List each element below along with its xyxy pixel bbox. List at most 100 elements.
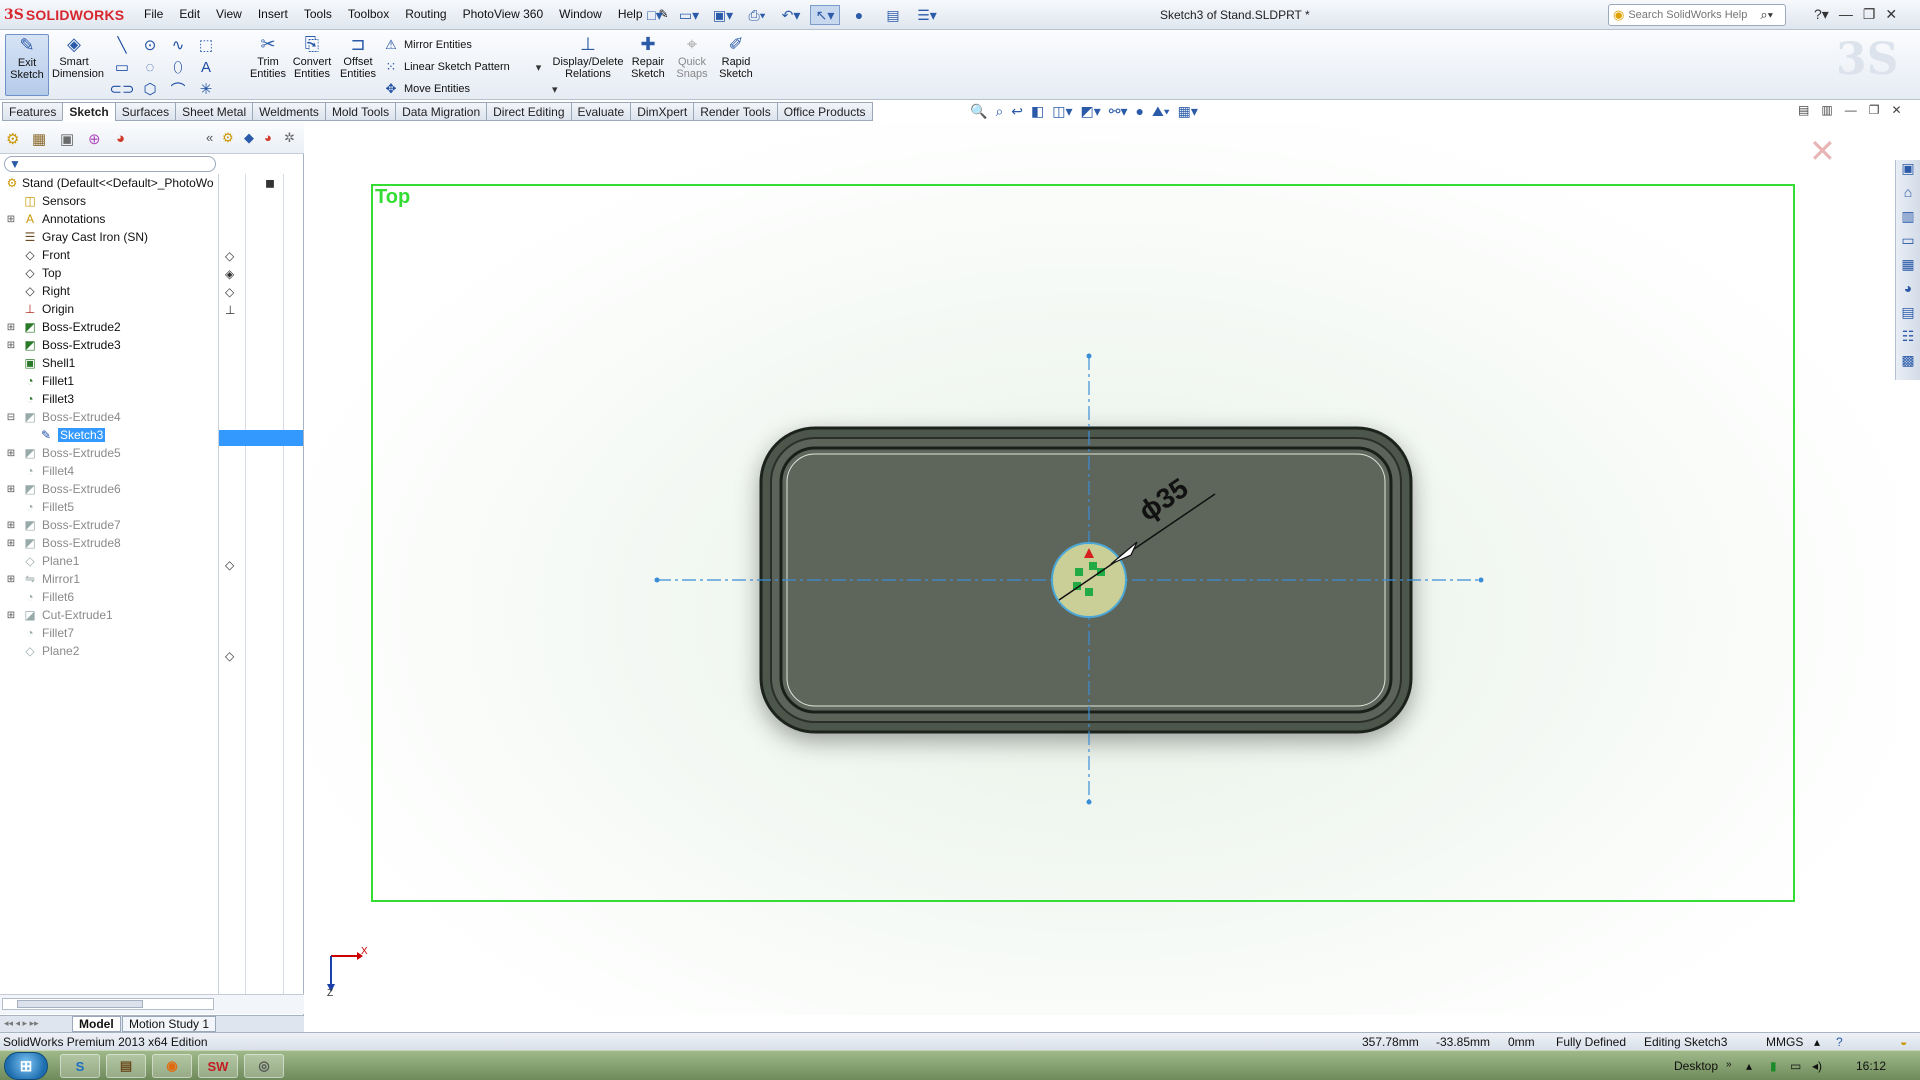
solidworks-resources-icon[interactable]: ▣ bbox=[1896, 160, 1920, 184]
tree-item[interactable]: ◫ Sensors bbox=[0, 192, 218, 210]
menu-view[interactable]: View bbox=[208, 7, 250, 21]
doc-minimize-icon[interactable]: — bbox=[1845, 103, 1857, 117]
menu-routing[interactable]: Routing bbox=[397, 7, 454, 21]
tab-evaluate[interactable]: Evaluate bbox=[570, 102, 631, 121]
expand-icon[interactable]: ⊞ bbox=[6, 340, 16, 351]
tree-display-icon[interactable]: ⚙ bbox=[222, 130, 234, 146]
clock[interactable]: 16:12 bbox=[1856, 1059, 1886, 1073]
zoom-to-area-icon[interactable]: ⌕ bbox=[995, 103, 1003, 120]
fillet-sketch-icon[interactable]: ⌒ bbox=[164, 78, 192, 100]
tab-features[interactable]: Features bbox=[2, 102, 63, 121]
expand-icon[interactable]: ⊞ bbox=[6, 214, 16, 225]
appearances-icon[interactable]: ◕ bbox=[1896, 280, 1920, 304]
open-icon[interactable]: ▭▾ bbox=[674, 5, 704, 25]
section-view-icon[interactable]: ◧ bbox=[1031, 103, 1044, 120]
tree-item[interactable]: ⊞ ◩ Boss-Extrude6 bbox=[0, 480, 218, 498]
folder-icon[interactable]: ▭ bbox=[1896, 232, 1920, 256]
plane-visibility-icon[interactable]: ◇ bbox=[225, 249, 234, 263]
centerline-endpoint[interactable] bbox=[654, 577, 660, 583]
tab-weldments[interactable]: Weldments bbox=[252, 102, 325, 121]
plane-visibility-icon[interactable]: ⊥ bbox=[225, 303, 235, 317]
tree-item[interactable]: ⊞ ◩ Boss-Extrude3 bbox=[0, 336, 218, 354]
exit-sketch-button[interactable]: ✎ Exit Sketch bbox=[5, 34, 49, 96]
tree-item[interactable]: ◇ Plane2 bbox=[0, 642, 218, 660]
centerline-endpoint[interactable] bbox=[1478, 577, 1484, 583]
scene-icon[interactable]: ✲ bbox=[284, 130, 295, 146]
display-state-icon[interactable]: ◼ bbox=[265, 176, 275, 190]
slot-icon[interactable]: ⊂⊃ bbox=[108, 78, 136, 100]
rebuild-icon[interactable]: ● bbox=[844, 5, 874, 25]
search-input[interactable] bbox=[1628, 9, 1759, 21]
tab-sheet-metal[interactable]: Sheet Metal bbox=[175, 102, 253, 121]
tab-surfaces[interactable]: Surfaces bbox=[114, 102, 176, 121]
menu-file[interactable]: File bbox=[136, 7, 171, 21]
tile-horizontal-icon[interactable]: ▤ bbox=[1798, 103, 1809, 117]
tray-expand-icon[interactable]: ▴ bbox=[1746, 1059, 1752, 1073]
horizontal-scrollbar[interactable] bbox=[2, 998, 214, 1010]
doc-close-icon[interactable]: ✕ bbox=[1891, 103, 1901, 117]
smart-dimension-button[interactable]: ◈ Smart Dimension bbox=[52, 34, 104, 96]
menu-edit[interactable]: Edit bbox=[171, 7, 208, 21]
tab-mold-tools[interactable]: Mold Tools bbox=[324, 102, 396, 121]
expand-icon[interactable]: ⊞ bbox=[6, 538, 16, 549]
custom-properties-icon[interactable]: ▤ bbox=[1896, 304, 1920, 328]
spline-icon[interactable]: ∿ bbox=[164, 34, 192, 56]
desktop-toolbar[interactable]: Desktop bbox=[1674, 1059, 1718, 1073]
doc-restore-icon[interactable]: ❐ bbox=[1869, 103, 1880, 117]
tree-root[interactable]: ⚙ Stand (Default<<Default>_PhotoWo bbox=[0, 174, 218, 192]
chevron-right-icon[interactable]: » bbox=[1726, 1059, 1732, 1070]
tree-item[interactable]: ◔ Fillet4 bbox=[0, 462, 218, 480]
minimize-icon[interactable]: — bbox=[1839, 6, 1853, 23]
graphics-area[interactable]: Top ϕ35 ✕ X Z bbox=[305, 122, 1895, 1015]
menu-photoview[interactable]: PhotoView 360 bbox=[455, 7, 552, 21]
solidworks-logo[interactable]: 3S SOLIDWORKS bbox=[4, 5, 124, 25]
print-icon[interactable]: ⎙▾ bbox=[742, 5, 772, 25]
tree-item[interactable]: ◇ Plane1 bbox=[0, 552, 218, 570]
convert-entities-button[interactable]: ⎘ Convert Entities bbox=[290, 34, 334, 96]
hide-show-items-icon[interactable]: ⚯▾ bbox=[1109, 103, 1128, 120]
file-properties-icon[interactable]: ▤ bbox=[878, 5, 908, 25]
line-icon[interactable]: ╲ bbox=[108, 34, 136, 56]
expand-icon[interactable]: ⊞ bbox=[6, 484, 16, 495]
plane-visibility-icon[interactable]: ◇ bbox=[225, 558, 234, 572]
options-icon[interactable]: ☰▾ bbox=[912, 5, 942, 25]
circle-icon[interactable]: ⊙ bbox=[136, 34, 164, 56]
monitor-tray-icon[interactable]: ▭ bbox=[1790, 1059, 1801, 1073]
tree-item[interactable]: ⊥ Origin bbox=[0, 300, 218, 318]
feature-manager-tab-icon[interactable]: ⚙ bbox=[6, 130, 19, 148]
file-explorer-icon[interactable]: ▥ bbox=[1896, 208, 1920, 232]
undo-icon[interactable]: ↶▾ bbox=[776, 5, 806, 25]
expand-icon[interactable]: ⊞ bbox=[6, 610, 16, 621]
tree-item[interactable]: ◔ Fillet6 bbox=[0, 588, 218, 606]
centerline-endpoint[interactable] bbox=[1086, 799, 1092, 805]
tree-filter[interactable]: ▼ bbox=[4, 156, 216, 172]
dimxpert-manager-tab-icon[interactable]: ⊕ bbox=[88, 130, 101, 148]
mirror-entities-button[interactable]: ⚠ Mirror Entities bbox=[382, 34, 558, 56]
select-cursor-icon[interactable]: ↖▾ bbox=[810, 5, 840, 25]
apply-scene-icon[interactable]: ⛰▾ bbox=[1152, 103, 1170, 120]
tab-nav-arrows-icon[interactable]: ◂◂ ◂ ▸ ▸▸ bbox=[4, 1018, 39, 1029]
tree-item[interactable]: ☰ Gray Cast Iron (SN) bbox=[0, 228, 218, 246]
new-document-icon[interactable]: □▾ bbox=[640, 5, 670, 25]
network-tray-icon[interactable]: ▮ bbox=[1770, 1059, 1777, 1073]
expand-icon[interactable]: ⊞ bbox=[6, 574, 16, 585]
tree-item[interactable]: ⊟ ◩ Boss-Extrude4 bbox=[0, 408, 218, 426]
move-entities-button[interactable]: ✥ Move Entities ▾ bbox=[382, 78, 558, 100]
firefox-taskbar-icon[interactable]: ◉ bbox=[152, 1054, 192, 1078]
tab-sketch[interactable]: Sketch bbox=[62, 102, 115, 121]
tree-item[interactable]: ◔ Fillet7 bbox=[0, 624, 218, 642]
tree-item[interactable]: ⊞ A Annotations bbox=[0, 210, 218, 228]
zoom-to-fit-icon[interactable]: 🔍 bbox=[970, 103, 987, 120]
view-orientation-icon[interactable]: ◫▾ bbox=[1052, 103, 1072, 120]
repair-sketch-button[interactable]: ✚ Repair Sketch bbox=[626, 34, 670, 96]
chevron-down-icon[interactable]: ▾ bbox=[536, 61, 542, 74]
toolbox-icon[interactable]: ▩ bbox=[1896, 352, 1920, 376]
expand-icon[interactable]: ⊞ bbox=[6, 520, 16, 531]
restore-icon[interactable]: ❐ bbox=[1863, 6, 1876, 23]
solidworks-taskbar-icon[interactable]: SW bbox=[198, 1054, 238, 1078]
trim-entities-button[interactable]: ✂ Trim Entities bbox=[246, 34, 290, 96]
quick-snaps-button[interactable]: ⌖ Quick Snaps bbox=[670, 34, 714, 96]
offset-entities-button[interactable]: ⊐ Offset Entities bbox=[336, 34, 380, 96]
view-palette-icon[interactable]: ▦ bbox=[1896, 256, 1920, 280]
tree-item[interactable]: ✎ Sketch3 bbox=[0, 426, 218, 444]
